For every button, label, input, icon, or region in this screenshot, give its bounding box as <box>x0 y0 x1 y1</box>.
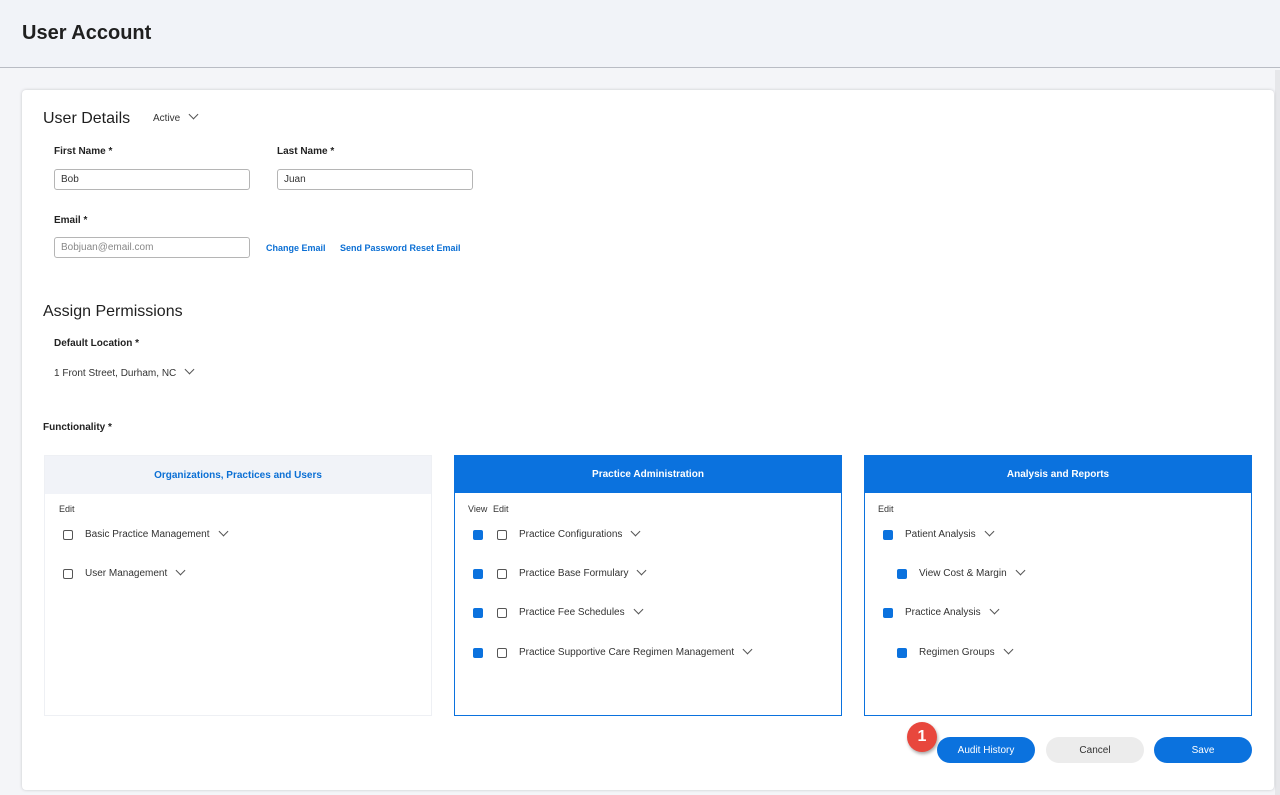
chevron-down-icon[interactable] <box>633 604 644 615</box>
cancel-button[interactable]: Cancel <box>1046 737 1144 763</box>
audit-history-button[interactable]: Audit History <box>937 737 1035 763</box>
edit-column-label: Edit <box>59 504 75 514</box>
permission-row[interactable]: User Management <box>63 565 186 579</box>
email-input[interactable]: Bobjuan@email.com <box>54 237 250 258</box>
scrollbar[interactable] <box>1275 70 1280 795</box>
edit-checkbox[interactable] <box>497 647 507 658</box>
chevron-down-icon[interactable] <box>989 604 1000 615</box>
chevron-down-icon[interactable] <box>637 565 647 576</box>
permission-row[interactable]: Practice Configurations <box>473 526 641 540</box>
panel-header: Analysis and Reports <box>864 455 1252 493</box>
permission-label: Practice Configurations <box>519 529 623 540</box>
panel-header: Practice Administration <box>454 455 842 493</box>
permission-label: Basic Practice Management <box>85 529 210 540</box>
permission-row[interactable]: Regimen Groups <box>897 644 1014 658</box>
edit-checkbox-checked[interactable] <box>883 607 893 618</box>
permission-label: View Cost & Margin <box>919 568 1007 579</box>
permission-row[interactable]: View Cost & Margin <box>897 565 1026 579</box>
permission-label: Practice Base Formulary <box>519 568 629 579</box>
assign-permissions-heading: Assign Permissions <box>43 303 183 320</box>
view-checkbox-checked[interactable] <box>473 607 483 618</box>
user-details-heading: User Details <box>43 110 131 127</box>
chevron-down-icon[interactable] <box>218 526 228 537</box>
status-dropdown[interactable]: Active <box>153 109 199 124</box>
panel-organizations: Organizations, Practices and Users Edit … <box>44 455 432 716</box>
permission-label: Patient Analysis <box>905 529 976 540</box>
page-title: User Account <box>22 22 152 44</box>
save-button[interactable]: Save <box>1154 737 1252 763</box>
edit-checkbox[interactable] <box>497 529 507 540</box>
permission-label: Practice Analysis <box>905 607 981 618</box>
view-column-label: View <box>468 504 488 514</box>
permission-row[interactable]: Basic Practice Management <box>63 526 228 540</box>
edit-checkbox[interactable] <box>63 568 73 579</box>
edit-checkbox[interactable] <box>497 568 507 579</box>
default-location-dropdown[interactable]: 1 Front Street, Durham, NC <box>54 364 195 379</box>
functionality-label: Functionality * <box>43 422 112 433</box>
top-bar <box>0 0 1280 68</box>
permission-row[interactable]: Patient Analysis <box>883 526 995 540</box>
panel-header: Organizations, Practices and Users <box>45 456 431 494</box>
chevron-down-icon[interactable] <box>984 526 995 537</box>
permission-row[interactable]: Practice Base Formulary <box>473 565 647 579</box>
first-name-label: First Name * <box>54 146 113 157</box>
chevron-down-icon[interactable] <box>630 526 641 537</box>
last-name-label: Last Name * <box>277 146 335 157</box>
chevron-down-icon[interactable] <box>742 644 753 655</box>
permission-row[interactable]: Practice Fee Schedules <box>473 604 644 618</box>
panel-analysis-reports: Analysis and Reports Edit Patient Analys… <box>864 455 1252 716</box>
edit-column-label: Edit <box>878 504 894 514</box>
permission-row[interactable]: Practice Analysis <box>883 604 1000 618</box>
step-badge: 1 <box>907 722 937 752</box>
view-checkbox-checked[interactable] <box>473 568 483 579</box>
permission-label: Practice Supportive Care Regimen Managem… <box>519 647 735 658</box>
edit-checkbox-checked[interactable] <box>883 529 893 540</box>
view-checkbox-checked[interactable] <box>473 529 483 540</box>
chevron-down-icon[interactable] <box>1015 565 1026 576</box>
first-name-input[interactable]: Bob <box>54 169 250 190</box>
edit-checkbox[interactable] <box>63 529 73 540</box>
permission-label: Regimen Groups <box>919 647 995 658</box>
permission-label: Practice Fee Schedules <box>519 607 625 618</box>
change-email-link[interactable]: Change Email <box>266 243 326 253</box>
view-checkbox-checked[interactable] <box>473 647 483 658</box>
email-label: Email * <box>54 215 88 226</box>
last-name-input[interactable]: Juan <box>277 169 473 190</box>
send-password-reset-link[interactable]: Send Password Reset Email <box>340 243 461 253</box>
status-value: Active <box>153 113 181 124</box>
edit-checkbox-checked[interactable] <box>897 568 907 579</box>
edit-checkbox[interactable] <box>497 607 507 618</box>
permission-row[interactable]: Practice Supportive Care Regimen Managem… <box>473 644 753 658</box>
edit-checkbox-checked[interactable] <box>897 647 907 658</box>
default-location-value: 1 Front Street, Durham, NC <box>54 368 177 379</box>
panel-practice-administration: Practice Administration View Edit Practi… <box>454 455 842 716</box>
edit-column-label: Edit <box>493 504 509 514</box>
default-location-label: Default Location * <box>54 338 140 349</box>
chevron-down-icon[interactable] <box>175 565 186 576</box>
permission-label: User Management <box>85 568 168 579</box>
chevron-down-icon[interactable] <box>1003 644 1014 655</box>
chevron-down-icon <box>184 364 195 375</box>
chevron-down-icon <box>188 109 199 120</box>
